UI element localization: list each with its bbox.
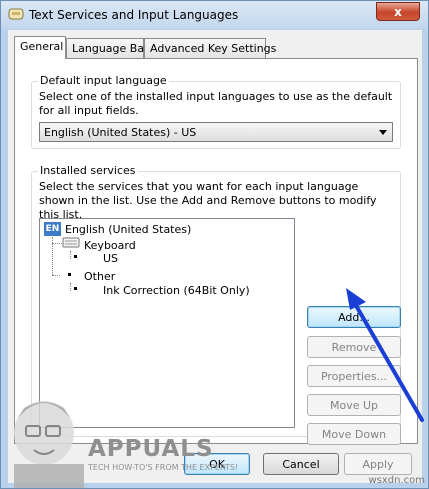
button-label: Add... bbox=[338, 310, 370, 324]
default-language-dropdown[interactable]: English (United States) - US bbox=[39, 122, 393, 142]
watermark-tagline: TECH HOW-TO'S FROM THE EXPERTS! bbox=[88, 463, 239, 472]
tab-advanced-key-settings[interactable]: Advanced Key Settings bbox=[144, 38, 276, 58]
keyboard-icon bbox=[62, 237, 80, 248]
close-icon: x bbox=[394, 4, 402, 19]
tab-general[interactable]: General bbox=[14, 36, 66, 59]
tree-item-keyboard-us[interactable]: US bbox=[103, 252, 118, 265]
button-label: Move Up bbox=[329, 398, 379, 412]
watermark-site: wsxdn.com bbox=[368, 475, 425, 486]
tree-connector bbox=[52, 243, 62, 244]
watermark-brand: APPUALS bbox=[88, 436, 214, 462]
bullet-icon bbox=[68, 273, 71, 276]
tree-connector bbox=[52, 275, 60, 276]
cancel-button[interactable]: Cancel bbox=[263, 453, 339, 475]
window-title: Text Services and Input Languages bbox=[29, 8, 239, 22]
group-label: Installed services bbox=[38, 164, 138, 177]
tree-item-language[interactable]: English (United States) bbox=[65, 223, 191, 236]
default-language-group: Default input language Select one of the… bbox=[31, 74, 401, 149]
group-label: Default input language bbox=[38, 74, 169, 87]
properties-button[interactable]: Properties... bbox=[307, 365, 401, 387]
tree-item-keyboard[interactable]: Keyboard bbox=[84, 239, 136, 252]
move-down-button[interactable]: Move Down bbox=[307, 423, 401, 445]
button-label: Cancel bbox=[282, 457, 320, 471]
tab-label: General bbox=[20, 40, 64, 53]
button-label: Apply bbox=[362, 457, 394, 471]
close-button[interactable]: x bbox=[376, 2, 420, 21]
title-bar[interactable]: Text Services and Input Languages x bbox=[1, 1, 428, 29]
apply-button[interactable]: Apply bbox=[344, 453, 412, 475]
default-language-description: Select one of the installed input langua… bbox=[39, 90, 393, 117]
tree-connector bbox=[70, 283, 71, 291]
tab-label: Advanced Key Settings bbox=[150, 42, 277, 55]
language-badge-icon: EN bbox=[44, 222, 61, 236]
chevron-down-icon bbox=[379, 130, 387, 135]
tree-item-ink-correction[interactable]: Ink Correction (64Bit Only) bbox=[103, 284, 250, 297]
tree-connector bbox=[70, 251, 71, 259]
keyboard-app-icon bbox=[8, 8, 24, 20]
button-label: Properties... bbox=[320, 369, 388, 383]
dropdown-value: English (United States) - US bbox=[44, 126, 197, 139]
button-label: Remove bbox=[331, 340, 377, 354]
bullet-icon bbox=[74, 287, 77, 290]
bullet-icon bbox=[74, 255, 77, 258]
installed-services-description: Select the services that you want for ea… bbox=[39, 180, 377, 221]
tree-item-other[interactable]: Other bbox=[84, 270, 115, 283]
tab-label: Language Bar bbox=[72, 42, 149, 55]
tab-language-bar[interactable]: Language Bar bbox=[66, 38, 149, 58]
move-up-button[interactable]: Move Up bbox=[307, 394, 401, 416]
remove-button[interactable]: Remove bbox=[307, 336, 401, 358]
button-label: Move Down bbox=[321, 427, 387, 441]
add-button[interactable]: Add... bbox=[307, 306, 401, 328]
